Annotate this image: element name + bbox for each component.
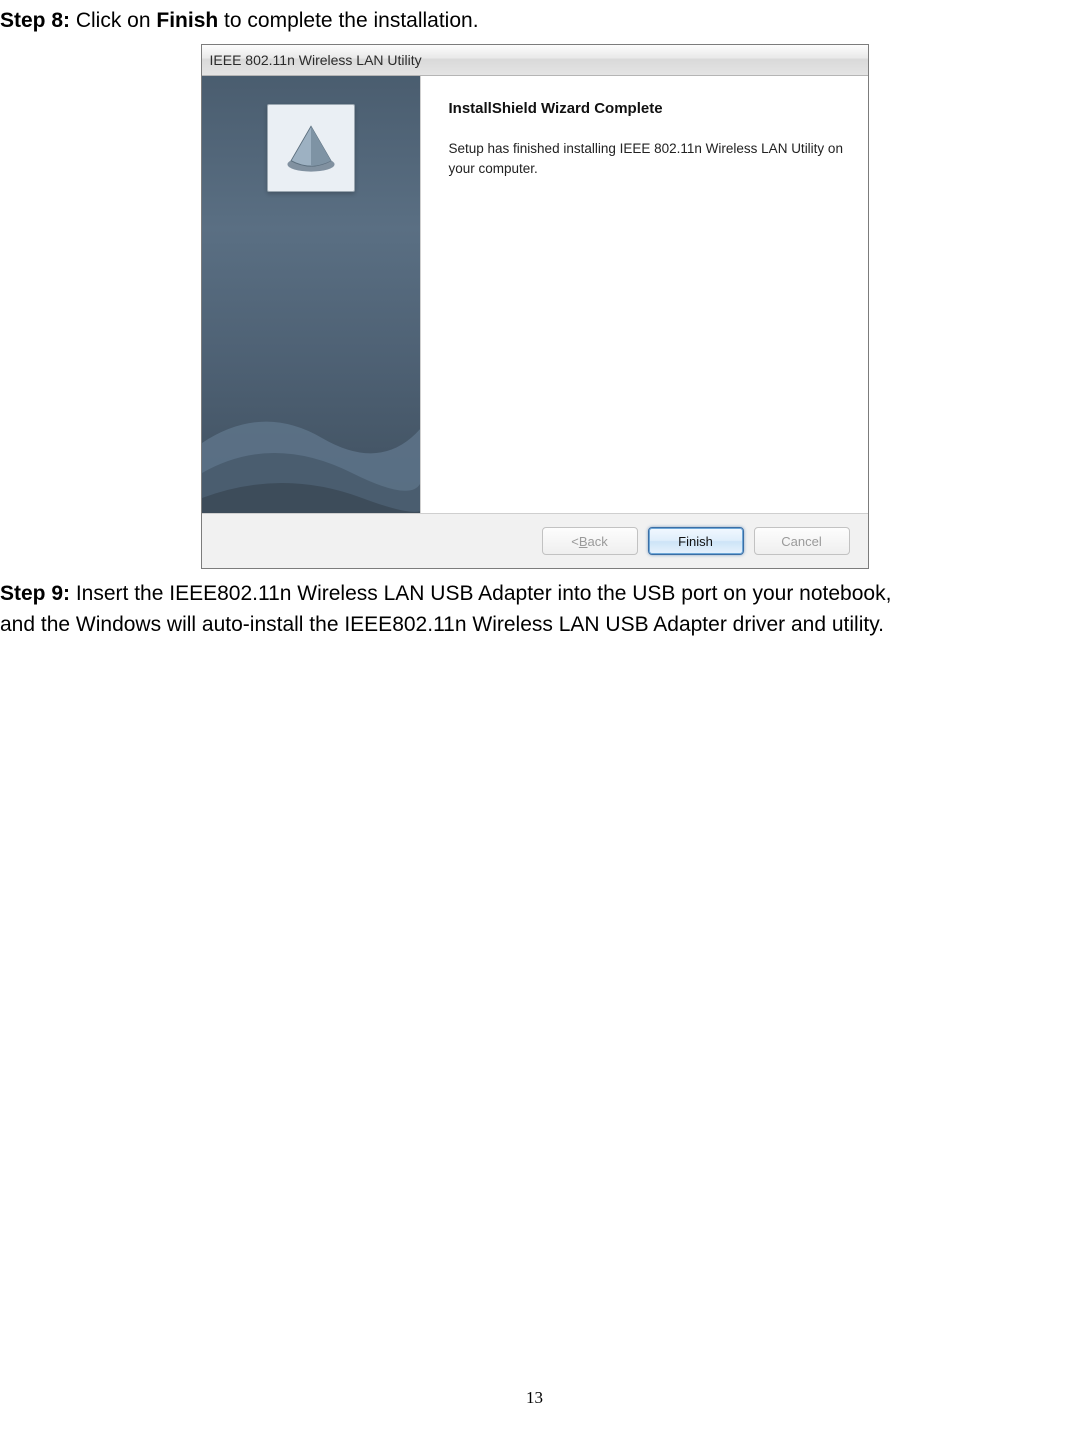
step9-line2: and the Windows will auto-install the IE… [0,610,1069,640]
installer-title: IEEE 802.11n Wireless LAN Utility [210,52,422,68]
installer-body: InstallShield Wizard Complete Setup has … [202,76,868,513]
step9-line1-rest: Insert the IEEE802.11n Wireless LAN USB … [70,582,891,605]
installer-content: InstallShield Wizard Complete Setup has … [421,76,868,513]
installer-window: IEEE 802.11n Wireless LAN Utility Instal… [201,44,869,569]
step8-post: to complete the installation. [218,9,478,32]
cancel-button: Cancel [754,527,850,555]
step9-label: Step 9: [0,582,70,605]
cancel-label: Cancel [781,534,821,549]
back-prefix: < [571,534,579,549]
finish-label: Finish [678,534,713,549]
finish-button[interactable]: Finish [648,527,744,555]
step8-label: Step 8: [0,9,70,32]
installer-button-bar: < Back Finish Cancel [202,513,868,568]
installer-body-text: Setup has finished installing IEEE 802.1… [449,139,844,178]
step9-line1: Step 9: Insert the IEEE802.11n Wireless … [0,579,1069,609]
installer-side-image [202,76,421,513]
page-number: 13 [0,1388,1069,1408]
installshield-logo [267,104,355,192]
step8-pre: Click on [70,9,156,32]
installer-titlebar: IEEE 802.11n Wireless LAN Utility [202,45,868,76]
back-u: B [579,534,588,549]
back-rest: ack [588,534,608,549]
step8-text: Step 8: Click on Finish to complete the … [0,6,1069,36]
triangle-disk-icon [282,119,340,177]
installer-heading: InstallShield Wizard Complete [449,100,844,117]
side-hills-graphic [202,373,421,513]
back-button: < Back [542,527,638,555]
step8-bold: Finish [156,9,218,32]
